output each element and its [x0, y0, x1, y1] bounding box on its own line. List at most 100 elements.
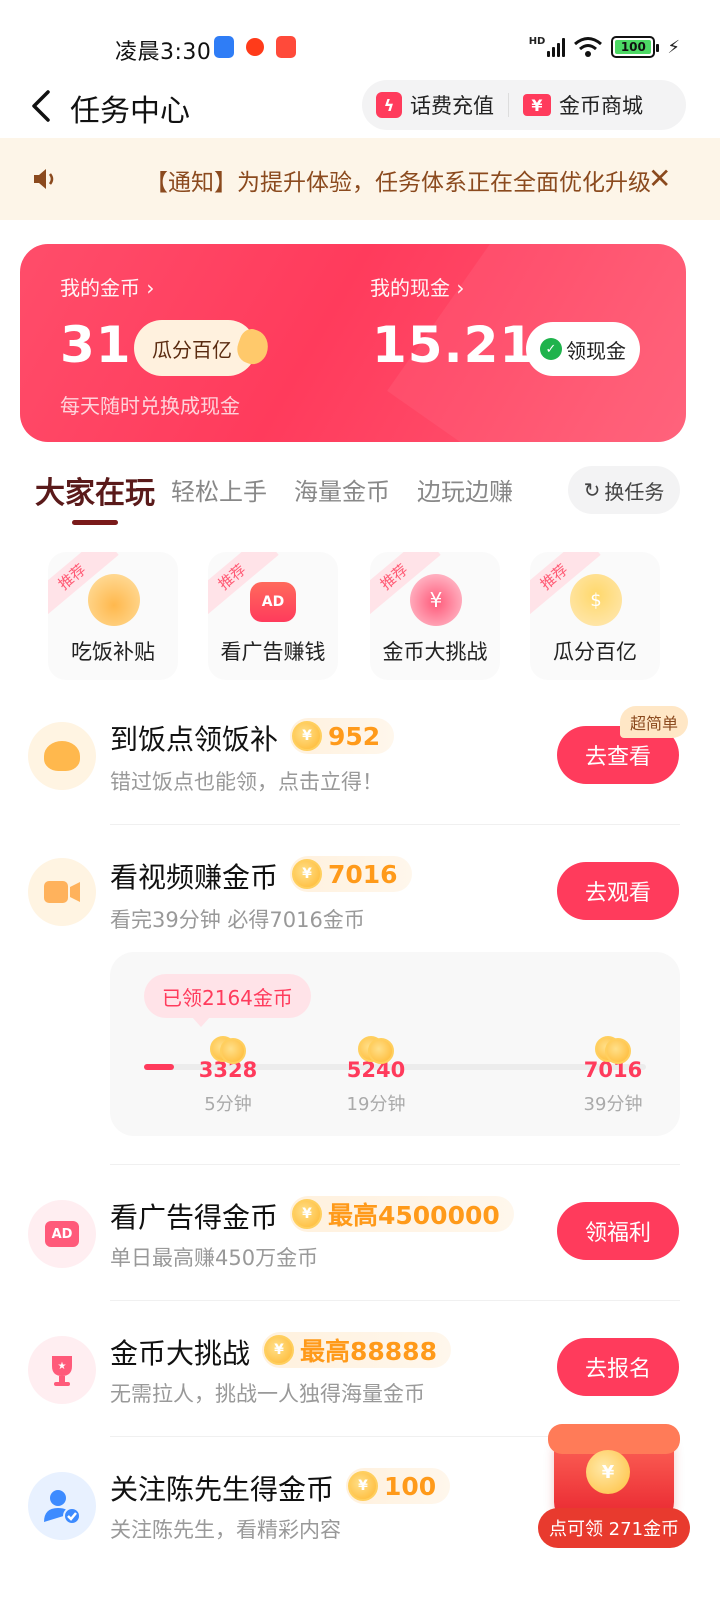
video-progress-panel: 已领2164金币 3328 5分钟 5240 19分钟 7016 39分钟 — [110, 952, 680, 1136]
coins-subtitle: 每天随时兑换成现金 — [60, 394, 240, 418]
coin-icon: ¥ — [292, 1199, 322, 1229]
header-actions: ϟ 话费充值 ¥ 金币商城 — [362, 80, 686, 130]
divider — [110, 1164, 680, 1165]
feature-label: 看广告赚钱 — [220, 640, 326, 664]
lightning-icon: ϟ — [376, 92, 402, 118]
tab-massive-coins[interactable]: 海量金币 — [294, 472, 390, 507]
video-icon — [28, 858, 96, 926]
category-tabs: 大家在玩 轻松上手 海量金币 边玩边赚 ↻ 换任务 — [0, 462, 720, 532]
reward-badge: ¥100 — [346, 1468, 451, 1504]
feature-watch-ads[interactable]: 推荐 AD 看广告赚钱 — [208, 552, 338, 680]
task-title: 看广告得金币 — [110, 1201, 279, 1234]
coin-icon: ¥ — [586, 1450, 630, 1494]
signup-button[interactable]: 去报名 — [557, 1338, 679, 1396]
coin-mall-label: 金币商城 — [559, 94, 643, 118]
milestone: 7016 39分钟 — [573, 1036, 653, 1116]
refresh-icon: ↻ — [583, 478, 601, 502]
coin-mall-button[interactable]: ¥ 金币商城 — [509, 80, 657, 130]
hd-label: HD — [528, 36, 546, 47]
milestone: 5240 19分钟 — [336, 1036, 416, 1116]
coin-stack-icon — [210, 1036, 246, 1066]
reward-badge: ¥952 — [290, 718, 395, 754]
coin-icon: ¥ — [348, 1471, 378, 1501]
header: 任务中心 ϟ 话费充值 ¥ 金币商城 — [0, 72, 720, 138]
withdraw-cash-label: 领现金 — [566, 338, 626, 363]
progress-fill — [144, 1064, 174, 1070]
task-description: 单日最高赚450万金币 — [110, 1246, 319, 1270]
app-notification-icon — [214, 36, 234, 58]
my-coins-link[interactable]: 我的金币 › — [60, 272, 154, 301]
wallet-card: 我的金币 › 31 瓜分百亿 每天随时兑换成现金 我的现金 › 15.21 ✓ … — [20, 244, 686, 442]
task-watch-ads: AD 看广告得金币 ¥ 最高4500000 单日最高赚450万金币 领福利 — [0, 1174, 720, 1301]
feature-tiles: 推荐 吃饭补贴 推荐 AD 看广告赚钱 推荐 ¥ 金币大挑战 推荐 $ 瓜分百亿 — [0, 552, 720, 682]
milestone-time: 5分钟 — [204, 1094, 252, 1115]
watch-button[interactable]: 去观看 — [557, 862, 679, 920]
hand-coin-icon: $ — [570, 574, 622, 626]
task-description: 错过饭点也能领，点击立得！ — [110, 770, 383, 794]
tab-everyone-playing[interactable]: 大家在玩 — [35, 468, 155, 512]
coin-stack-icon — [358, 1036, 394, 1066]
cash-value: 15.21 — [372, 316, 536, 374]
coins-value: 31 — [60, 316, 132, 374]
recharge-button[interactable]: ϟ 话费充值 — [362, 80, 508, 130]
noodle-bowl-icon — [88, 574, 140, 626]
money-bag-icon: ¥ — [410, 574, 462, 626]
coin-stack-icon — [595, 1036, 631, 1066]
milestone: 3328 5分钟 — [188, 1036, 268, 1116]
task-title: 关注陈先生得金币 — [110, 1473, 335, 1506]
notice-text: 【通知】为提升体验，任务体系正在全面优化升级 — [145, 170, 651, 196]
ad-icon: AD — [28, 1200, 96, 1268]
signal-icon — [547, 37, 566, 57]
task-meal-subsidy: 到饭点领饭补 ¥952 错过饭点也能领，点击立得！ 去查看 — [0, 696, 720, 825]
recharge-label: 话费充值 — [410, 94, 494, 118]
floating-gift[interactable]: ¥ 点可领 271金币 — [538, 1420, 690, 1550]
feature-label: 吃饭补贴 — [71, 640, 155, 664]
reward-badge: ¥ 最高88888 — [262, 1332, 451, 1368]
notice-bar: 【通知】为提升体验，任务体系正在全面优化升级 ✕ — [0, 138, 720, 220]
active-tab-indicator — [72, 520, 118, 525]
task-description: 关注陈先生，看精彩内容 — [110, 1518, 341, 1542]
status-icons: HD 100 ⚡ — [529, 36, 680, 58]
charging-icon: ⚡ — [667, 36, 680, 58]
close-icon[interactable]: ✕ — [648, 162, 671, 195]
feature-meal-subsidy[interactable]: 推荐 吃饭补贴 — [48, 552, 178, 680]
task-description: 看完39分钟 必得7016金币 — [110, 908, 365, 932]
coin-icon: ¥ — [264, 1335, 294, 1365]
task-title: 到饭点领饭补 — [110, 723, 279, 756]
milestone-time: 39分钟 — [583, 1094, 643, 1115]
tab-easy-start[interactable]: 轻松上手 — [171, 472, 267, 507]
feature-label: 金币大挑战 — [382, 640, 488, 664]
wifi-icon — [574, 37, 603, 57]
gift-claim-label: 点可领 271金币 — [538, 1508, 690, 1548]
split-billions-tag[interactable]: 瓜分百亿 — [134, 320, 256, 376]
super-easy-badge: 超简单 — [620, 706, 689, 738]
divider — [110, 1300, 680, 1301]
divider — [110, 824, 680, 825]
claimed-coins-bubble: 已领2164金币 — [144, 974, 311, 1027]
coin-icon: ¥ — [292, 721, 322, 751]
withdraw-cash-button[interactable]: ✓ 领现金 — [526, 322, 640, 376]
task-description: 无需拉人，挑战一人独得海量金币 — [110, 1382, 425, 1406]
back-icon[interactable] — [24, 86, 64, 126]
claim-benefit-button[interactable]: 领福利 — [557, 1202, 679, 1260]
feature-coin-challenge[interactable]: 推荐 ¥ 金币大挑战 — [370, 552, 500, 680]
reward-badge: ¥ 最高4500000 — [290, 1196, 514, 1232]
my-cash-link[interactable]: 我的现金 › — [370, 272, 464, 301]
ticket-icon: ¥ — [523, 94, 551, 116]
speaker-icon — [34, 169, 54, 189]
shop-notification-icon — [276, 36, 296, 58]
status-time: 凌晨3:30 — [115, 40, 212, 65]
tab-play-and-earn[interactable]: 边玩边赚 — [417, 472, 513, 507]
reward-badge: ¥7016 — [290, 856, 412, 892]
milestone-time: 19分钟 — [346, 1094, 406, 1115]
follow-user-icon — [28, 1472, 96, 1540]
ad-tv-icon: AD — [250, 582, 296, 622]
feature-split-billions[interactable]: 推荐 $ 瓜分百亿 — [530, 552, 660, 680]
trophy-icon: ★ — [28, 1336, 96, 1404]
svg-text:★: ★ — [58, 1361, 67, 1372]
feature-label: 瓜分百亿 — [553, 640, 637, 664]
swap-tasks-button[interactable]: ↻ 换任务 — [568, 466, 680, 514]
swap-tasks-label: 换任务 — [604, 479, 665, 504]
task-title: 看视频赚金币 — [110, 861, 279, 894]
task-title: 金币大挑战 — [110, 1337, 251, 1370]
